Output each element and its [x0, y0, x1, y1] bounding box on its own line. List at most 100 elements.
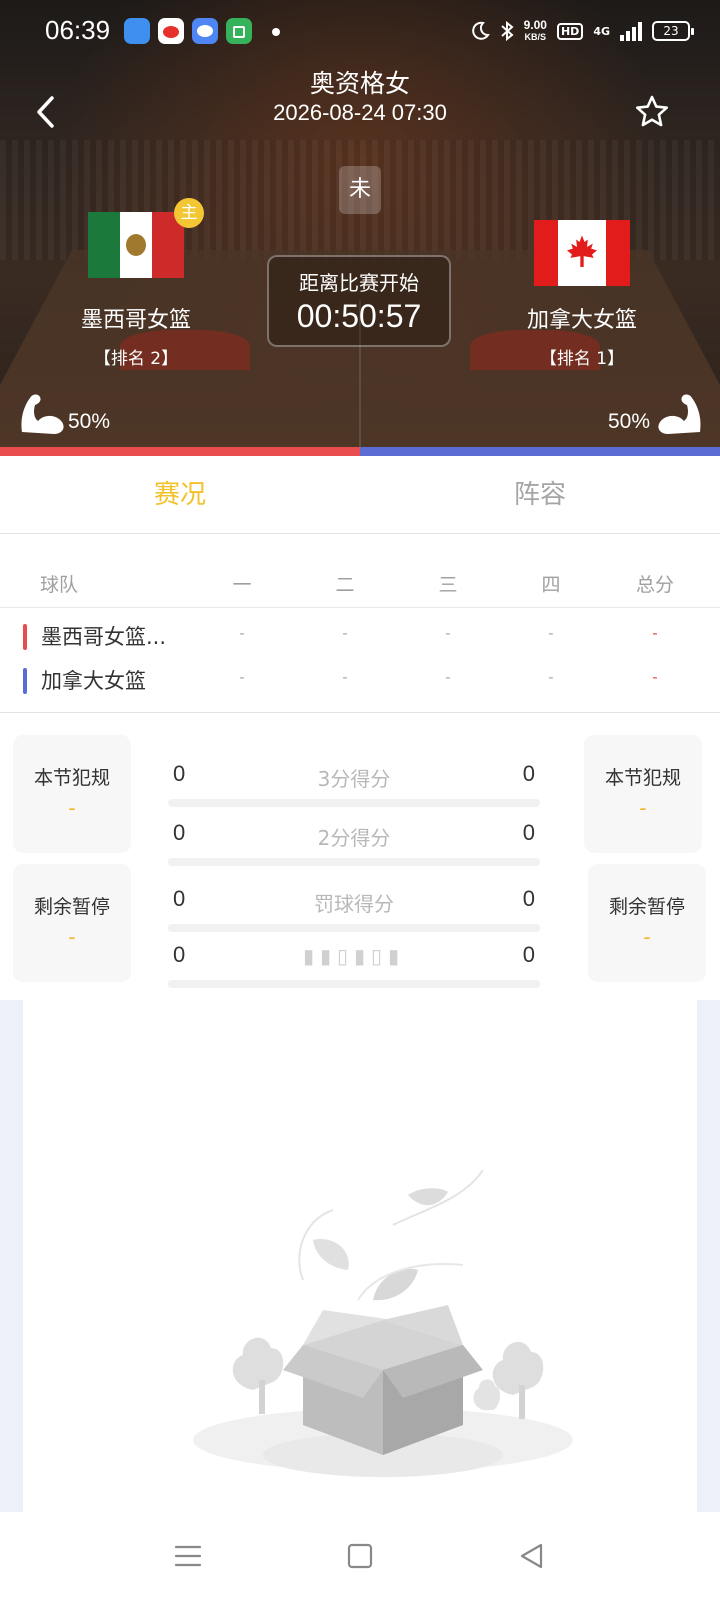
notification-dot-icon [272, 28, 280, 36]
flexed-arm-icon [658, 394, 701, 434]
home-marker [23, 624, 27, 650]
home-team-name[interactable]: 墨西哥女篮 [26, 302, 246, 334]
match-title: 奥资格女 [309, 69, 410, 98]
bluetooth-icon [500, 20, 514, 42]
row-team-name: 墨西哥女篮... [41, 625, 167, 649]
back-triangle-icon[interactable] [514, 1538, 550, 1574]
away-stat-value: 0 [522, 886, 535, 911]
col-q4: 四 [541, 574, 561, 596]
system-nav-bar [0, 1512, 720, 1600]
match-header: 06:39 9.00 KB/S HD 4G 23 奥资格女 2026-08-24… [0, 0, 720, 455]
q2-score: - [342, 668, 348, 686]
status-bar: 06:39 9.00 KB/S HD 4G 23 [0, 0, 720, 64]
col-total: 总分 [635, 574, 674, 596]
home-strength-fill [0, 447, 360, 456]
notes-app-icon [124, 18, 150, 44]
stat-bar [168, 980, 540, 988]
empty-state-area [0, 1000, 720, 1512]
home-strength-pct: 50% [68, 410, 111, 433]
timeouts-label: 剩余暂停 [33, 896, 110, 918]
match-status-badge: 未 [339, 166, 381, 214]
q4-score: - [548, 668, 554, 686]
home-team-flag[interactable] [88, 212, 184, 278]
fouls-label: 本节犯规 [604, 767, 681, 789]
away-timeouts-card: 剩余暂停 - [588, 864, 706, 982]
col-q3: 三 [438, 574, 458, 596]
empty-state-panel [23, 1000, 697, 1512]
score-table: 球队 一 二 三 四 总分 墨西哥女篮... - - - - - 加拿大女篮 -… [0, 560, 720, 700]
away-team-flag[interactable] [534, 220, 630, 286]
countdown-box: 距离比赛开始 00:50:57 [267, 255, 451, 347]
away-stat-value: 0 [522, 761, 535, 786]
stat-bar [168, 799, 540, 807]
tab-match-status[interactable]: 赛况 [0, 456, 360, 533]
away-stat-value: 0 [522, 820, 535, 845]
away-stat-value: 0 [522, 942, 535, 967]
q3-score: - [445, 668, 451, 686]
home-badge: 主 [174, 198, 204, 228]
col-team: 球队 [40, 574, 79, 596]
q1-score: - [239, 624, 245, 642]
timeouts-label: 剩余暂停 [608, 896, 685, 918]
away-marker [23, 668, 27, 694]
hd-badge: HD [556, 22, 584, 40]
table-row: 墨西哥女篮... - - - - - [0, 612, 720, 656]
menu-icon[interactable] [170, 1538, 206, 1574]
total-score: - [652, 624, 658, 642]
flexed-arm-icon [21, 394, 64, 434]
message-app-icon [192, 18, 218, 44]
network-speed: 9.00 KB/S [524, 19, 547, 43]
stat-bar [168, 858, 540, 866]
battery-icon: 23 [652, 21, 694, 41]
away-fouls-card: 本节犯规 - [584, 735, 702, 853]
home-fouls-value: - [68, 796, 76, 820]
weibo-app-icon [158, 18, 184, 44]
divider [0, 712, 720, 713]
table-header: 球队 一 二 三 四 总分 [0, 560, 720, 608]
table-row: 加拿大女篮 - - - - - [0, 656, 720, 700]
speed-unit: KB/S [524, 32, 547, 42]
home-team-rank: 【排名 2】 [93, 349, 179, 369]
stat-row-free-throw: 0 罚球得分 0 [168, 880, 540, 936]
total-score: - [652, 668, 658, 686]
away-strength-pct: 50% [608, 410, 651, 433]
speed-value: 9.00 [523, 18, 547, 32]
stat-label: 3分得分 [317, 767, 391, 791]
stat-label: 2分得分 [317, 826, 391, 850]
col-q2: 二 [335, 574, 355, 596]
network-type: 4G [593, 24, 610, 38]
stat-row-two-point: 0 2分得分 0 [168, 814, 540, 870]
away-strength-fill [360, 447, 720, 456]
q2-score: - [342, 624, 348, 642]
emblem-icon [126, 234, 146, 256]
stat-label-obscured: ▮▮▯▮▯▮ [302, 944, 406, 968]
stat-row-three-point: 0 3分得分 0 [168, 755, 540, 811]
status-time: 06:39 [45, 15, 111, 45]
home-timeouts-card: 剩余暂停 - [13, 864, 131, 982]
fouls-label: 本节犯规 [33, 767, 110, 789]
match-datetime: 2026-08-24 07:30 [273, 100, 447, 125]
away-team-rank: 【排名 1】 [539, 349, 625, 369]
signal-icon [620, 21, 642, 41]
home-timeouts-value: - [68, 925, 76, 949]
stat-bar [168, 924, 540, 932]
countdown-label: 距离比赛开始 [299, 271, 419, 295]
col-q1: 一 [232, 574, 252, 596]
strength-bar [0, 447, 720, 456]
maple-leaf-icon [567, 235, 597, 267]
home-square-icon[interactable] [342, 1538, 378, 1574]
row-team-name: 加拿大女篮 [41, 669, 146, 693]
tab-bar: 赛况 阵容 [0, 456, 720, 534]
away-fouls-value: - [639, 796, 647, 820]
q1-score: - [239, 668, 245, 686]
tab-lineup[interactable]: 阵容 [360, 456, 720, 533]
away-timeouts-value: - [643, 925, 651, 949]
stat-label: 罚球得分 [314, 892, 394, 916]
home-fouls-card: 本节犯规 - [13, 735, 131, 853]
shopping-app-icon [226, 18, 252, 44]
favorite-star-icon[interactable] [634, 94, 670, 130]
moon-icon [471, 21, 490, 40]
countdown-value: 00:50:57 [296, 298, 422, 334]
away-team-name[interactable]: 加拿大女篮 [472, 302, 692, 334]
q4-score: - [548, 624, 554, 642]
